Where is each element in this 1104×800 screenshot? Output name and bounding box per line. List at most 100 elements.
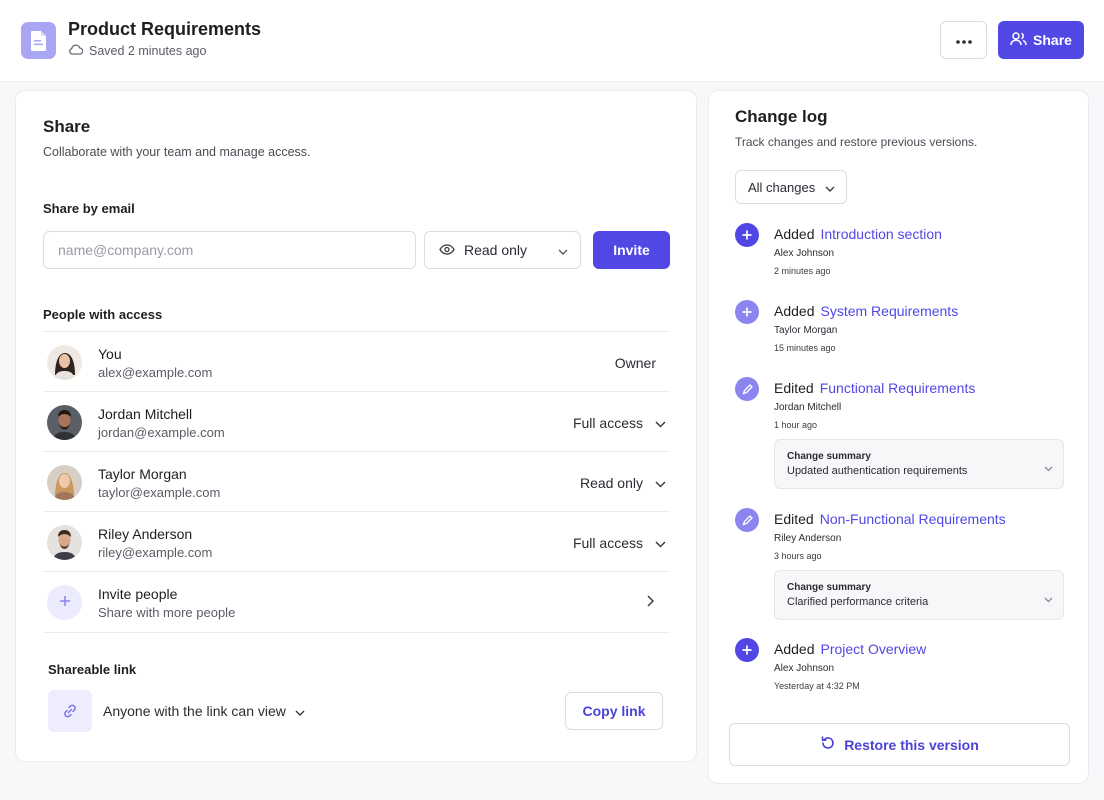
person-email: jordan@example.com <box>98 425 225 440</box>
restore-button-label: Restore this version <box>844 736 979 753</box>
top-bar: Product Requirements Saved 2 minutes ago… <box>0 0 1104 82</box>
change-log-subtitle: Track changes and restore previous versi… <box>735 135 978 149</box>
invite-button[interactable]: Invite <box>593 231 670 269</box>
change-action: Edited <box>774 511 814 527</box>
share-by-email-label: Share by email <box>43 201 135 216</box>
person-row-riley: Riley Anderson riley@example.com Full ac… <box>43 511 670 571</box>
person-role: Owner <box>615 355 656 371</box>
permission-select-value: Read only <box>464 242 528 258</box>
change-summary-label: Change summary <box>787 451 871 462</box>
document-icon <box>21 22 56 59</box>
person-email: riley@example.com <box>98 545 213 560</box>
invite-people-title: Invite people <box>98 586 178 602</box>
more-options-button[interactable] <box>940 21 987 59</box>
person-row-jordan: Jordan Mitchell jordan@example.com Full … <box>43 391 670 451</box>
avatar <box>47 465 82 500</box>
restore-icon <box>820 735 836 754</box>
change-heading: Edited Non-Functional Requirements <box>774 511 1006 527</box>
person-name: You <box>98 346 122 362</box>
change-time: 15 minutes ago <box>774 343 836 353</box>
change-author: Alex Johnson <box>774 663 835 674</box>
person-email: taylor@example.com <box>98 485 221 500</box>
change-author: Jordan Mitchell <box>774 402 842 413</box>
change-author: Riley Anderson <box>774 533 842 544</box>
avatar <box>47 345 82 380</box>
change-action: Edited <box>774 380 814 396</box>
role-dropdown[interactable]: Full access <box>573 415 666 431</box>
change-target: Project Overview <box>820 641 927 657</box>
change-action: Added <box>774 303 815 319</box>
change-heading: Edited Functional Requirements <box>774 380 975 396</box>
change-summary[interactable]: Change summary Updated authentication re… <box>774 439 1064 489</box>
permission-select[interactable]: Read only <box>424 231 581 269</box>
chevron-down-icon <box>1044 459 1053 477</box>
change-time: Yesterday at 4:32 PM <box>774 681 860 691</box>
copy-link-button[interactable]: Copy link <box>565 692 663 730</box>
share-panel: Share Collaborate with your team and man… <box>15 90 697 762</box>
chevron-down-icon <box>655 415 666 431</box>
plus-icon <box>735 223 759 247</box>
share-button-label: Share <box>1033 32 1072 48</box>
role-label: Owner <box>614 355 656 371</box>
role-dropdown[interactable]: Full access <box>573 535 666 551</box>
role-label: Full access <box>572 415 643 431</box>
change-summary-label: Change summary <box>787 582 871 593</box>
person-row-taylor: Taylor Morgan taylor@example.com Read on… <box>43 451 670 511</box>
change-target: Non-Functional Requirements <box>819 511 1006 527</box>
chevron-down-icon <box>655 535 666 551</box>
link-permission-select[interactable]: Anyone with the link can view <box>103 703 305 719</box>
person-name: Riley Anderson <box>98 526 193 542</box>
change-target: Introduction section <box>820 226 942 242</box>
cloud-icon <box>68 44 84 58</box>
chevron-down-icon <box>558 242 568 258</box>
share-subtitle: Collaborate with your team and manage ac… <box>43 145 311 159</box>
change-log-panel: Change log Track changes and restore pre… <box>708 90 1089 784</box>
save-status-text: Saved 2 minutes ago <box>89 44 207 58</box>
change-action: Added <box>774 641 815 657</box>
share-button[interactable]: Share <box>998 21 1084 59</box>
restore-version-button[interactable]: Restore this version <box>729 723 1070 766</box>
change-summary[interactable]: Change summary Clarified performance cri… <box>774 570 1064 620</box>
plus-icon <box>59 594 71 612</box>
share-title: Share <box>43 117 91 136</box>
role-dropdown[interactable]: Read only <box>580 475 666 491</box>
eye-icon <box>439 242 455 258</box>
invite-people-row[interactable]: Invite people Share with more people <box>43 571 670 633</box>
change-log-title: Change log <box>735 107 828 126</box>
email-input[interactable] <box>43 231 416 269</box>
chevron-down-icon <box>825 180 835 195</box>
person-name: Taylor Morgan <box>98 466 187 482</box>
change-heading: Added Introduction section <box>774 226 942 242</box>
people-with-access-label: People with access <box>43 307 163 322</box>
change-filter-value: All changes <box>748 179 816 195</box>
change-action: Added <box>774 226 815 242</box>
invite-avatar <box>47 585 82 620</box>
change-heading: Added System Requirements <box>774 303 958 319</box>
change-time: 3 hours ago <box>774 551 822 561</box>
chevron-down-icon <box>1044 590 1053 608</box>
change-author: Taylor Morgan <box>774 325 838 336</box>
ellipsis-icon <box>955 31 972 49</box>
chevron-down-icon <box>655 475 666 491</box>
link-permission-value: Anyone with the link can view <box>103 703 286 719</box>
change-author: Alex Johnson <box>774 248 835 259</box>
invite-people-subtitle: Share with more people <box>98 605 236 620</box>
change-summary-text: Clarified performance criteria <box>787 596 929 608</box>
plus-icon <box>735 638 759 662</box>
role-label: Full access <box>572 535 643 551</box>
pencil-icon <box>735 377 759 401</box>
avatar <box>47 525 82 560</box>
chevron-right-icon <box>647 595 654 607</box>
person-row-you: You alex@example.com Owner <box>43 331 670 391</box>
pencil-icon <box>735 508 759 532</box>
change-target: System Requirements <box>820 303 959 319</box>
change-filter-select[interactable]: All changes <box>735 170 847 204</box>
change-target: Functional Requirements <box>819 380 976 396</box>
plus-icon <box>735 300 759 324</box>
users-icon <box>1010 31 1027 49</box>
change-summary-text: Updated authentication requirements <box>787 465 968 477</box>
person-email: alex@example.com <box>98 365 213 380</box>
change-heading: Added Project Overview <box>774 641 926 657</box>
document-title: Product Requirements <box>68 19 262 39</box>
save-status: Saved 2 minutes ago <box>68 44 206 58</box>
